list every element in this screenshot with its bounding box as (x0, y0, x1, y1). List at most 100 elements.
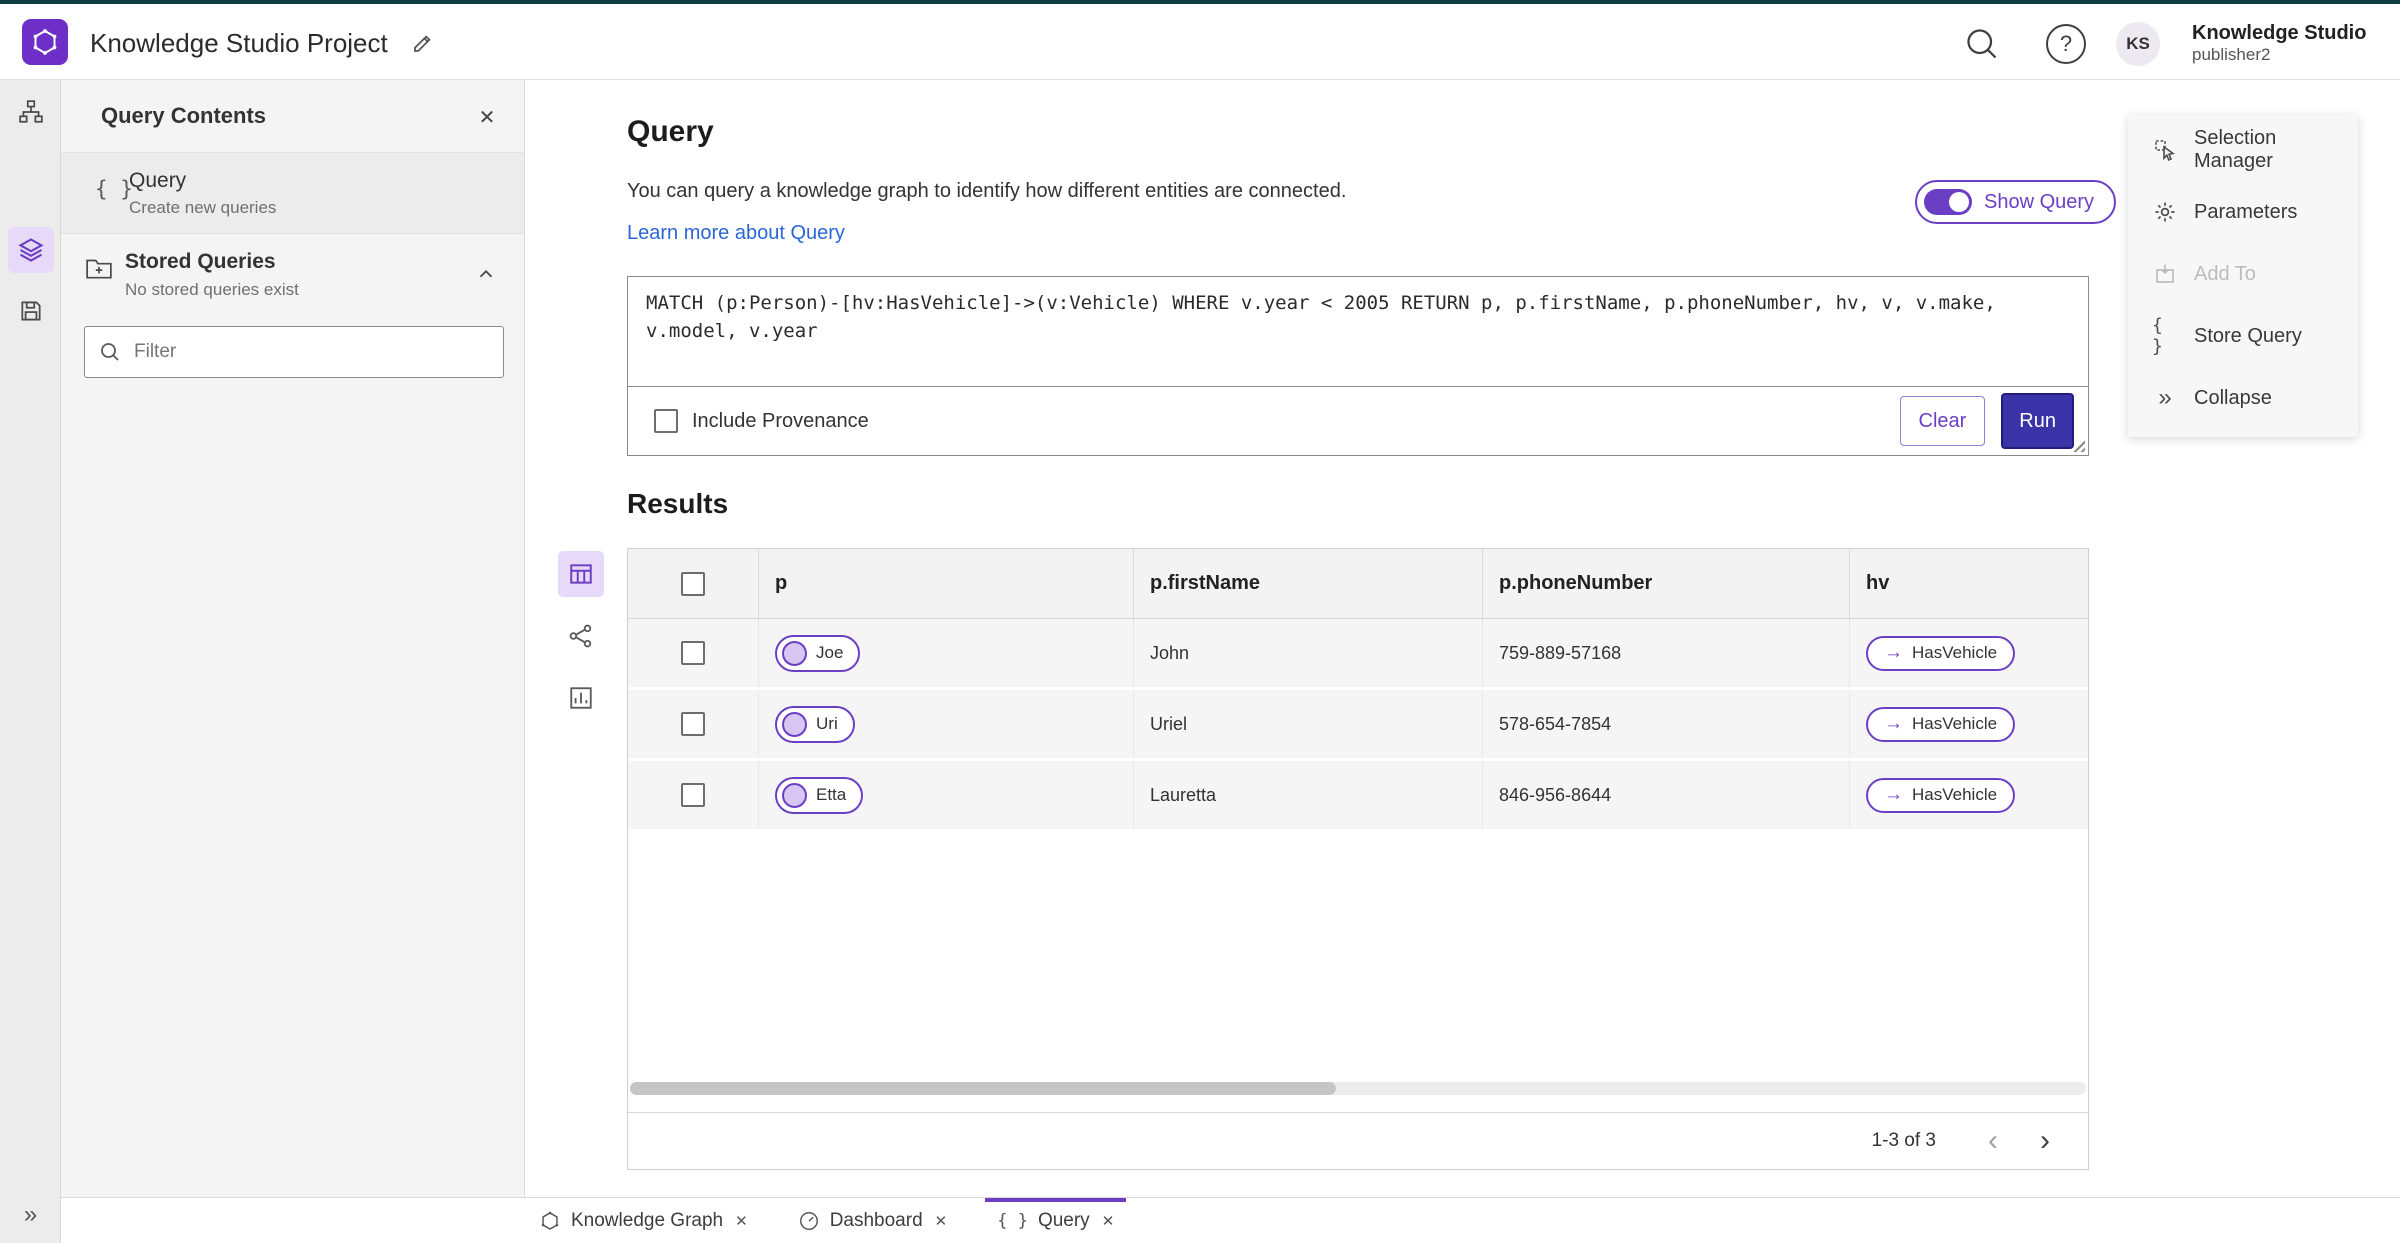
query-actions-panel: Selection Manager Parameters Add To { } … (2128, 115, 2358, 437)
layers-view-icon[interactable] (8, 227, 54, 273)
edge-label: HasVehicle (1912, 714, 1998, 733)
column-header-firstname[interactable]: p.firstName (1134, 549, 1483, 618)
store-query-label: Store Query (2194, 324, 2302, 347)
main-content: Query You can query a knowledge graph to… (525, 80, 2400, 1197)
tab-label: Query (1037, 1209, 1090, 1231)
close-panel-icon[interactable]: ✕ (472, 102, 502, 132)
save-icon[interactable] (17, 297, 45, 325)
collapse-stored-icon[interactable] (472, 260, 500, 288)
row-checkbox-cell (628, 761, 759, 829)
table-header-row: p p.firstName p.phoneNumber hv (628, 549, 2088, 619)
folder-icon (85, 256, 113, 285)
node-pill[interactable]: Etta (775, 776, 864, 814)
column-header-phonenumber[interactable]: p.phoneNumber (1483, 549, 1850, 618)
edge-cell: → HasVehicle (1850, 761, 2088, 829)
tab-label: Knowledge Graph (571, 1209, 724, 1231)
phone-cell: 578-654-7854 (1483, 690, 1850, 758)
collapse-panel-item[interactable]: » Collapse (2128, 367, 2358, 429)
next-page-icon[interactable]: › (2026, 1122, 2064, 1160)
node-pill[interactable]: Uri (775, 705, 855, 743)
pagination-label: 1-3 of 3 (1871, 1130, 1936, 1151)
query-controls-row: Include Provenance Clear Run (628, 387, 2088, 455)
show-query-toggle[interactable]: Show Query (1915, 180, 2117, 224)
selection-manager-label: Selection Manager (2194, 127, 2277, 172)
edge-pill[interactable]: → HasVehicle (1866, 706, 2016, 742)
previous-page-icon[interactable]: ‹ (1974, 1122, 2012, 1160)
row-checkbox-cell (628, 619, 759, 687)
filter-input[interactable] (122, 327, 503, 377)
horizontal-scrollbar[interactable] (630, 1082, 2086, 1095)
run-button[interactable]: Run (2001, 393, 2074, 449)
app-logo-icon (22, 19, 68, 65)
close-tab-icon[interactable]: ✕ (935, 1212, 948, 1230)
row-checkbox-cell (628, 690, 759, 758)
table-view-icon[interactable] (558, 551, 604, 597)
node-pill[interactable]: Joe (775, 634, 861, 672)
tab-knowledge-graph[interactable]: Knowledge Graph ✕ (527, 1198, 760, 1243)
firstname-cell: Uriel (1134, 690, 1483, 758)
page-title: Query (627, 115, 714, 148)
gear-icon (2152, 200, 2178, 224)
firstname-cell: John (1134, 619, 1483, 687)
user-avatar[interactable]: KS (2116, 22, 2160, 66)
row-checkbox[interactable] (681, 641, 705, 665)
search-icon[interactable] (1962, 24, 2002, 64)
panel-header: Query Contents ✕ (61, 80, 524, 153)
stored-queries-section[interactable]: Stored Queries No stored queries exist (61, 234, 524, 318)
select-all-checkbox[interactable] (681, 571, 705, 596)
stored-queries-label: Stored Queries (125, 250, 276, 273)
include-provenance-label: Include Provenance (692, 409, 869, 432)
selection-cursor-icon (2152, 138, 2178, 162)
tab-label: Dashboard (829, 1209, 923, 1231)
close-tab-icon[interactable]: ✕ (1102, 1212, 1115, 1230)
add-to-icon (2152, 262, 2178, 286)
column-header-hv[interactable]: hv (1850, 549, 2088, 618)
left-icon-rail: » (0, 80, 61, 1243)
query-text-area[interactable]: MATCH (p:Person)-[hv:HasVehicle]->(v:Veh… (628, 277, 2088, 387)
toggle-switch[interactable] (1924, 189, 1972, 215)
node-label: Uri (816, 714, 838, 733)
open-tabs: Knowledge Graph ✕ Dashboard ✕ { } Query … (527, 1198, 1126, 1243)
query-description: You can query a knowledge graph to ident… (627, 180, 1347, 202)
model-view-icon[interactable] (17, 98, 45, 126)
scrollbar-thumb[interactable] (630, 1082, 1336, 1095)
edge-pill[interactable]: → HasVehicle (1866, 635, 2016, 671)
top-bar: Knowledge Studio Project ? KS Knowledge … (0, 4, 2400, 80)
sidebar-item-query[interactable]: { } Query Create new queries (61, 153, 524, 234)
help-glyph: ? (2059, 31, 2073, 56)
node-cell: Etta (759, 761, 1134, 829)
node-label: Joe (816, 643, 844, 662)
help-icon[interactable]: ? (2046, 24, 2086, 64)
user-name: Knowledge Studio (2192, 22, 2367, 44)
close-tab-icon[interactable]: ✕ (735, 1212, 748, 1230)
graph-view-icon[interactable] (558, 613, 604, 659)
row-checkbox[interactable] (681, 783, 705, 807)
stored-queries-filter (84, 326, 504, 378)
column-header-p[interactable]: p (759, 549, 1134, 618)
panel-title: Query Contents (101, 103, 267, 128)
tab-query[interactable]: { } Query ✕ (985, 1198, 1126, 1243)
parameters-item[interactable]: Parameters (2128, 181, 2358, 243)
row-checkbox[interactable] (681, 712, 705, 736)
include-provenance-checkbox[interactable] (654, 409, 678, 433)
node-label: Etta (816, 785, 847, 804)
query-item-desc: Create new queries (129, 198, 277, 217)
tab-dashboard[interactable]: Dashboard ✕ (786, 1198, 960, 1243)
user-menu[interactable]: Knowledge Studio publisher2 (2192, 21, 2366, 65)
node-icon (782, 640, 807, 666)
app-window: Knowledge Studio Project ? KS Knowledge … (0, 0, 2400, 1243)
clear-button[interactable]: Clear (1899, 396, 1986, 446)
expand-rail-icon[interactable]: » (0, 1201, 61, 1229)
edge-cell: → HasVehicle (1850, 690, 2088, 758)
learn-more-link[interactable]: Learn more about Query (627, 222, 845, 245)
chart-view-icon[interactable] (558, 675, 604, 721)
selection-manager-item[interactable]: Selection Manager (2128, 119, 2358, 181)
filter-search-icon (101, 343, 119, 361)
dashboard-icon (799, 1211, 818, 1230)
edge-pill[interactable]: → HasVehicle (1866, 777, 2016, 813)
store-query-item[interactable]: { } Store Query (2128, 305, 2358, 367)
braces-icon: { } (95, 177, 133, 201)
query-buttons: Clear Run (1899, 393, 2074, 449)
edit-project-title-icon[interactable] (408, 28, 438, 58)
stored-queries-desc: No stored queries exist (125, 280, 299, 299)
